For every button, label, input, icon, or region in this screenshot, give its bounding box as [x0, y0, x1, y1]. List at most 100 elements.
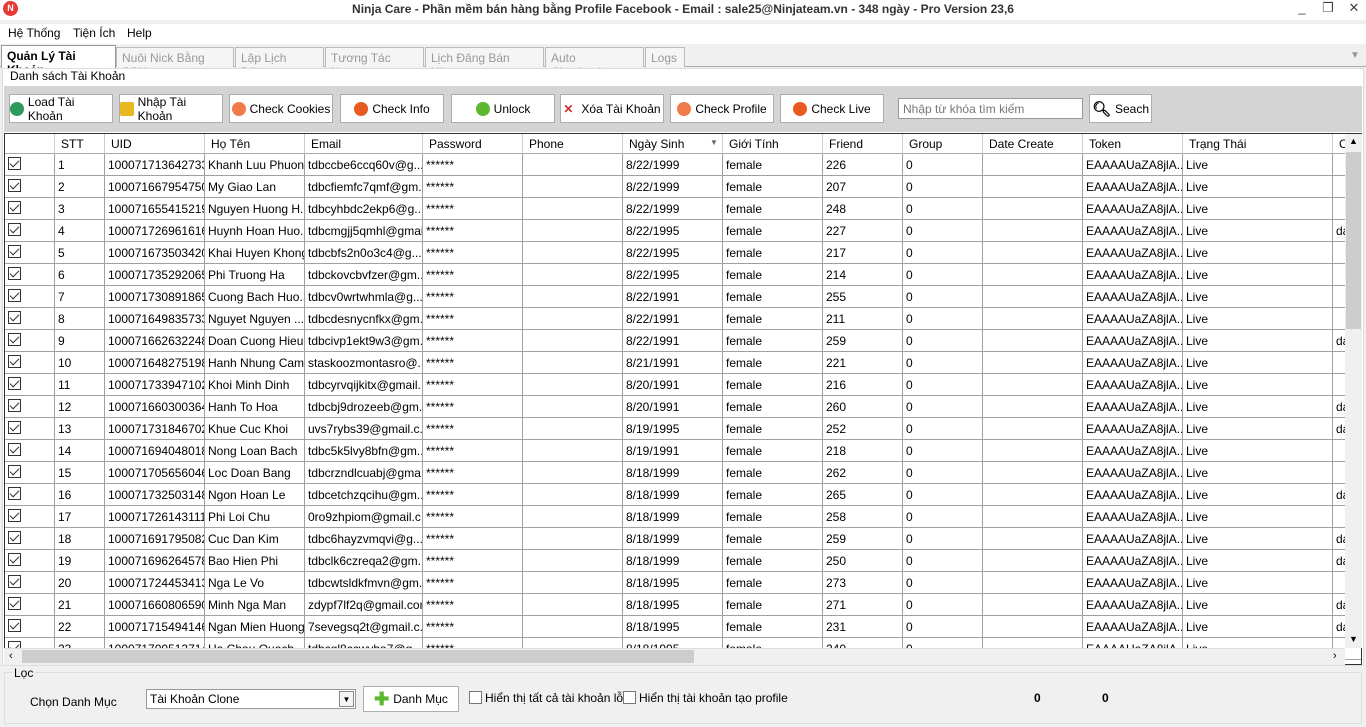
- check-profile-button[interactable]: Check Profile: [670, 94, 774, 123]
- table-row[interactable]: 8 100071649835733 Nguyet Nguyen ... tdbcdes…: [5, 308, 1361, 330]
- row-select-cell: [5, 176, 55, 198]
- table-row[interactable]: 12 100071660300364 Hanh To Hoa tdbcbj9droze…: [5, 396, 1361, 418]
- table-row[interactable]: 19 100071696264578 Bao Hien Phi tdbclk6czre…: [5, 550, 1361, 572]
- scroll-left-icon[interactable]: ‹: [9, 650, 13, 662]
- table-row[interactable]: 5 100071673503420 Khai Huyen Khong tdbcbfs2…: [5, 242, 1361, 264]
- row-checkbox[interactable]: [8, 421, 21, 434]
- table-row[interactable]: 22 100071715494146 Ngan Mien Huong 7sevegsq…: [5, 616, 1361, 638]
- row-checkbox[interactable]: [8, 289, 21, 302]
- table-row[interactable]: 13 100071731846702 Khue Cuc Khoi uvs7rybs39…: [5, 418, 1361, 440]
- table-row[interactable]: 4 100071726961616 Huynh Hoan Huo... tdbcmgj…: [5, 220, 1361, 242]
- scroll-up-icon[interactable]: ▲: [1349, 136, 1358, 146]
- table-row[interactable]: 20 100071724453413 Nga Le Vo tdbcwtsldkfmvn…: [5, 572, 1361, 594]
- tab-logs[interactable]: Logs: [645, 47, 685, 67]
- column-header[interactable]: Giới Tính: [723, 134, 823, 154]
- column-header[interactable]: [5, 134, 55, 154]
- add-category-button[interactable]: ✚ Danh Mục: [363, 686, 459, 712]
- row-checkbox[interactable]: [8, 575, 21, 588]
- table-row[interactable]: 18 100071691795082 Cuc Dan Kim tdbc6hayzvmq…: [5, 528, 1361, 550]
- cell-trạng-thái: Live: [1183, 308, 1333, 330]
- table-row[interactable]: 6 100071735292065 Phi Truong Ha tdbckovcbvf…: [5, 264, 1361, 286]
- row-checkbox[interactable]: [8, 399, 21, 412]
- tab-nuoi-nick[interactable]: Nuôi Nick Bằng SSH: [116, 47, 234, 79]
- search-input[interactable]: [898, 98, 1083, 119]
- table-row[interactable]: 3 100071655415219 Nguyen Huong H... tdbcyhb…: [5, 198, 1361, 220]
- search-button[interactable]: 🔍︎ Seach: [1089, 94, 1152, 123]
- column-header[interactable]: STT: [55, 134, 105, 154]
- tab-dropdown-icon[interactable]: ▼: [1350, 50, 1360, 61]
- vertical-scroll-thumb[interactable]: [1346, 152, 1361, 329]
- chevron-down-icon[interactable]: ▼: [339, 691, 354, 707]
- table-row[interactable]: 1 100071713642733 Khanh Luu Phuong tdbccbe6…: [5, 154, 1361, 176]
- check-info-button[interactable]: Check Info: [340, 94, 444, 123]
- row-checkbox[interactable]: [8, 179, 21, 192]
- column-header[interactable]: Ngày Sinh: [623, 134, 723, 154]
- cell-token: EAAAAUaZA8jlA...: [1083, 198, 1183, 220]
- row-checkbox[interactable]: [8, 443, 21, 456]
- table-row[interactable]: 7 100071730891865 Cuong Bach Huo... tdbcv0w…: [5, 286, 1361, 308]
- row-checkbox[interactable]: [8, 201, 21, 214]
- tab-quan-ly-tai-khoan[interactable]: Quản Lý Tài Khoản: [1, 45, 116, 77]
- table-row[interactable]: 16 100071732503148 Ngon Hoan Le tdbcetchzqc…: [5, 484, 1361, 506]
- tab-lich-dang-ban-hang[interactable]: Lịch Đăng Bán Hàng: [425, 47, 544, 79]
- row-checkbox[interactable]: [8, 487, 21, 500]
- menu-he-thong[interactable]: Hệ Thống: [8, 26, 60, 40]
- category-select[interactable]: Tài Khoản Clone: [146, 689, 356, 709]
- column-header[interactable]: Phone: [523, 134, 623, 154]
- cell-giới-tính: female: [723, 242, 823, 264]
- check-live-button[interactable]: Check Live: [780, 94, 884, 123]
- row-checkbox[interactable]: [8, 597, 21, 610]
- menu-help[interactable]: Help: [127, 26, 152, 40]
- column-header[interactable]: Email: [305, 134, 423, 154]
- menu-tien-ich[interactable]: Tiện Ích: [73, 26, 115, 40]
- scroll-down-icon[interactable]: ▼: [1349, 634, 1358, 644]
- row-checkbox[interactable]: [8, 377, 21, 390]
- table-row[interactable]: 17 100071726143111 Phi Loi Chu 0ro9zhpiom@g…: [5, 506, 1361, 528]
- show-error-checkbox[interactable]: [469, 691, 482, 704]
- table-row[interactable]: 9 100071662632248 Doan Cuong Hieu tdbcivp1e…: [5, 330, 1361, 352]
- row-select-cell: [5, 528, 55, 550]
- table-row[interactable]: 15 100071705656046 Loc Doan Bang tdbcrzndlc…: [5, 462, 1361, 484]
- table-row[interactable]: 2 100071667954750 My Giao Lan tdbcfiemfc7qm…: [5, 176, 1361, 198]
- cell-họ-tên: Khoi Minh Dinh: [205, 374, 305, 396]
- row-checkbox[interactable]: [8, 245, 21, 258]
- column-header[interactable]: Date Create: [983, 134, 1083, 154]
- table-row[interactable]: 14 100071694048018 Nong Loan Bach tdbc5k5lv…: [5, 440, 1361, 462]
- show-profile-checkbox[interactable]: [623, 691, 636, 704]
- column-header[interactable]: Friend: [823, 134, 903, 154]
- tab-lap-lich-dang[interactable]: Lập Lịch Đăng: [235, 47, 324, 79]
- close-button[interactable]: ✕: [1340, 0, 1366, 18]
- table-row[interactable]: 10 100071648275198 Hanh Nhung Cam staskoozm…: [5, 352, 1361, 374]
- check-cookies-button[interactable]: Check Cookies: [229, 94, 333, 123]
- row-checkbox[interactable]: [8, 465, 21, 478]
- xoa-tai-khoan-button[interactable]: ✕ Xóa Tài Khoản: [560, 94, 664, 123]
- minimize-button[interactable]: _: [1288, 0, 1316, 18]
- row-checkbox[interactable]: [8, 157, 21, 170]
- column-header[interactable]: Group: [903, 134, 983, 154]
- column-header[interactable]: Token: [1083, 134, 1183, 154]
- column-header[interactable]: Trạng Thái: [1183, 134, 1333, 154]
- load-tai-khoan-button[interactable]: Load Tài Khoản: [9, 94, 113, 123]
- cell-date-create: [983, 396, 1083, 418]
- table-row[interactable]: 11 100071733947102 Khoi Minh Dinh tdbcyrvqi…: [5, 374, 1361, 396]
- row-checkbox[interactable]: [8, 267, 21, 280]
- unlock-button[interactable]: Unlock: [451, 94, 555, 123]
- restore-button[interactable]: ❐: [1314, 0, 1342, 18]
- tab-auto-checkpoint[interactable]: Auto Checkpoint: [545, 47, 644, 79]
- tab-tuong-tac-ngay[interactable]: Tương Tác Ngay: [325, 47, 424, 79]
- row-checkbox[interactable]: [8, 333, 21, 346]
- row-checkbox[interactable]: [8, 553, 21, 566]
- row-checkbox[interactable]: [8, 223, 21, 236]
- row-checkbox[interactable]: [8, 509, 21, 522]
- column-header[interactable]: Password: [423, 134, 523, 154]
- row-checkbox[interactable]: [8, 355, 21, 368]
- scroll-right-icon[interactable]: ›: [1333, 650, 1337, 662]
- row-checkbox[interactable]: [8, 311, 21, 324]
- row-checkbox[interactable]: [8, 619, 21, 632]
- row-checkbox[interactable]: [8, 531, 21, 544]
- column-header[interactable]: Họ Tên: [205, 134, 305, 154]
- column-header[interactable]: UID: [105, 134, 205, 154]
- horizontal-scroll-thumb[interactable]: [22, 650, 694, 663]
- nhap-tai-khoan-button[interactable]: Nhập Tài Khoản: [119, 94, 223, 123]
- table-row[interactable]: 21 100071660806590 Minh Nga Man zdypf7lf2q@…: [5, 594, 1361, 616]
